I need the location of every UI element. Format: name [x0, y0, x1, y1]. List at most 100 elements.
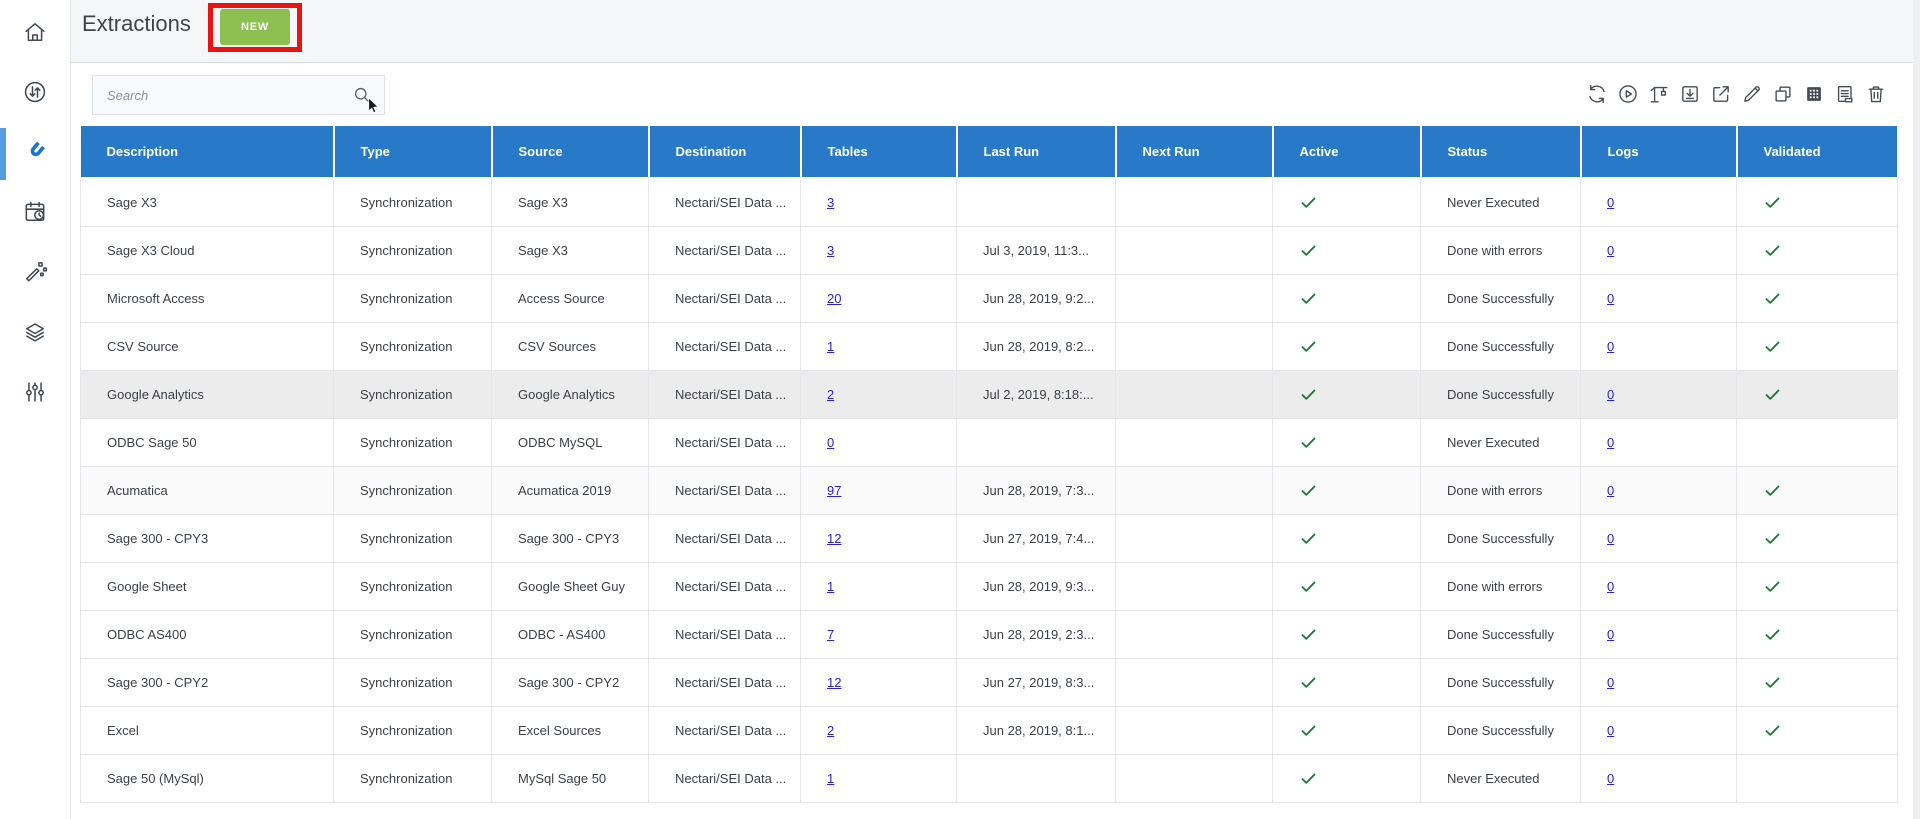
cell-status: Done Successfully [1421, 706, 1581, 754]
tables-link[interactable]: 12 [827, 531, 841, 546]
logs-link[interactable]: 0 [1607, 531, 1614, 546]
cell-destination: Nectari/SEI Data ... [649, 274, 801, 322]
table-row[interactable]: Google AnalyticsSynchronizationGoogle An… [81, 370, 1898, 418]
sidebar-item-settings[interactable] [0, 370, 70, 418]
search-input[interactable] [93, 76, 352, 114]
sidebar-item-home[interactable] [0, 10, 70, 58]
crane-button[interactable] [1648, 83, 1670, 105]
tables-link[interactable]: 1 [827, 579, 834, 594]
active-check-icon [1299, 337, 1420, 356]
cell-tables: 1 [801, 562, 957, 610]
tables-link[interactable]: 20 [827, 291, 841, 306]
logs-link[interactable]: 0 [1607, 483, 1614, 498]
column-header-last-run[interactable]: Last Run [957, 126, 1116, 178]
table-row[interactable]: Sage 50 (MySql)SynchronizationMySql Sage… [81, 754, 1898, 802]
cell-destination: Nectari/SEI Data ... [649, 754, 801, 802]
tables-link[interactable]: 3 [827, 243, 834, 258]
logs-link[interactable]: 0 [1607, 579, 1614, 594]
column-header-description[interactable]: Description [81, 126, 334, 178]
trash-button[interactable] [1865, 83, 1887, 105]
table-row[interactable]: ExcelSynchronizationExcel SourcesNectari… [81, 706, 1898, 754]
cell-tables: 2 [801, 370, 957, 418]
tables-link[interactable]: 97 [827, 483, 841, 498]
table-row[interactable]: ODBC Sage 50SynchronizationODBC MySQLNec… [81, 418, 1898, 466]
cell-validated [1737, 562, 1898, 610]
active-check-icon [1299, 241, 1420, 260]
sidebar [0, 0, 71, 819]
column-header-next-run[interactable]: Next Run [1116, 126, 1273, 178]
cell-destination: Nectari/SEI Data ... [649, 706, 801, 754]
cell-description: CSV Source [81, 322, 334, 370]
copy-button[interactable] [1772, 83, 1794, 105]
logs-link[interactable]: 0 [1607, 435, 1614, 450]
table-row[interactable]: Google SheetSynchronizationGoogle Sheet … [81, 562, 1898, 610]
logs-link[interactable]: 0 [1607, 291, 1614, 306]
logs-link[interactable]: 0 [1607, 243, 1614, 258]
sidebar-item-transfers[interactable] [0, 70, 70, 118]
tables-link[interactable]: 2 [827, 387, 834, 402]
table-row[interactable]: Microsoft AccessSynchronizationAccess So… [81, 274, 1898, 322]
table-row[interactable]: Sage 300 - CPY3SynchronizationSage 300 -… [81, 514, 1898, 562]
logs-link[interactable]: 0 [1607, 771, 1614, 786]
tables-link[interactable]: 0 [827, 435, 834, 450]
table-row[interactable]: Sage X3 CloudSynchronizationSage X3Necta… [81, 226, 1898, 274]
logs-link[interactable]: 0 [1607, 195, 1614, 210]
topbar: Extractions NEW [71, 0, 1920, 63]
cell-description: Sage X3 Cloud [81, 226, 334, 274]
tables-link[interactable]: 1 [827, 771, 834, 786]
column-header-status[interactable]: Status [1421, 126, 1581, 178]
cell-source: CSV Sources [492, 322, 649, 370]
export-button[interactable] [1710, 83, 1732, 105]
sidebar-item-schedules[interactable] [0, 190, 70, 238]
cell-description: Sage X3 [81, 178, 334, 226]
tables-link[interactable]: 12 [827, 675, 841, 690]
table-row[interactable]: AcumaticaSynchronizationAcumatica 2019Ne… [81, 466, 1898, 514]
column-header-active[interactable]: Active [1273, 126, 1421, 178]
edit-button[interactable] [1741, 83, 1763, 105]
logs-link[interactable]: 0 [1607, 339, 1614, 354]
cell-source: Sage X3 [492, 178, 649, 226]
column-header-tables[interactable]: Tables [801, 126, 957, 178]
cell-tables: 2 [801, 706, 957, 754]
new-button[interactable]: NEW [220, 9, 290, 45]
active-check-icon [1299, 769, 1420, 788]
run-icon [1617, 83, 1639, 105]
sidebar-item-wizard[interactable] [0, 250, 70, 298]
cell-description: ODBC Sage 50 [81, 418, 334, 466]
table-row[interactable]: Sage 300 - CPY2SynchronizationSage 300 -… [81, 658, 1898, 706]
run-button[interactable] [1617, 83, 1639, 105]
column-header-type[interactable]: Type [334, 126, 492, 178]
cell-type: Synchronization [334, 658, 492, 706]
cell-logs: 0 [1581, 754, 1737, 802]
table-row[interactable]: Sage X3SynchronizationSage X3Nectari/SEI… [81, 178, 1898, 226]
cell-active [1273, 226, 1421, 274]
logs-link[interactable]: 0 [1607, 387, 1614, 402]
logs-link[interactable]: 0 [1607, 627, 1614, 642]
refresh-button[interactable] [1586, 83, 1608, 105]
column-header-validated[interactable]: Validated [1737, 126, 1898, 178]
cell-last-run: Jul 3, 2019, 11:3... [957, 226, 1116, 274]
tables-link[interactable]: 2 [827, 723, 834, 738]
grid-button[interactable] [1803, 83, 1825, 105]
crane-icon [1648, 83, 1670, 105]
column-header-destination[interactable]: Destination [649, 126, 801, 178]
active-check-icon [1299, 721, 1420, 740]
download-button[interactable] [1679, 83, 1701, 105]
column-header-logs[interactable]: Logs [1581, 126, 1737, 178]
logs-link[interactable]: 0 [1607, 723, 1614, 738]
tables-link[interactable]: 7 [827, 627, 834, 642]
report-button[interactable] [1834, 83, 1856, 105]
tables-link[interactable]: 3 [827, 195, 834, 210]
vertical-scrollbar[interactable] [1913, 0, 1920, 819]
sidebar-item-layers[interactable] [0, 310, 70, 358]
table-row[interactable]: ODBC AS400SynchronizationODBC - AS400Nec… [81, 610, 1898, 658]
search-icon[interactable] [352, 85, 384, 105]
copy-icon [1772, 83, 1794, 105]
logs-link[interactable]: 0 [1607, 675, 1614, 690]
tables-link[interactable]: 1 [827, 339, 834, 354]
sidebar-item-extractions[interactable] [0, 130, 70, 178]
validated-check-icon [1763, 481, 1897, 500]
table-row[interactable]: CSV SourceSynchronizationCSV SourcesNect… [81, 322, 1898, 370]
cell-next-run [1116, 754, 1273, 802]
column-header-source[interactable]: Source [492, 126, 649, 178]
